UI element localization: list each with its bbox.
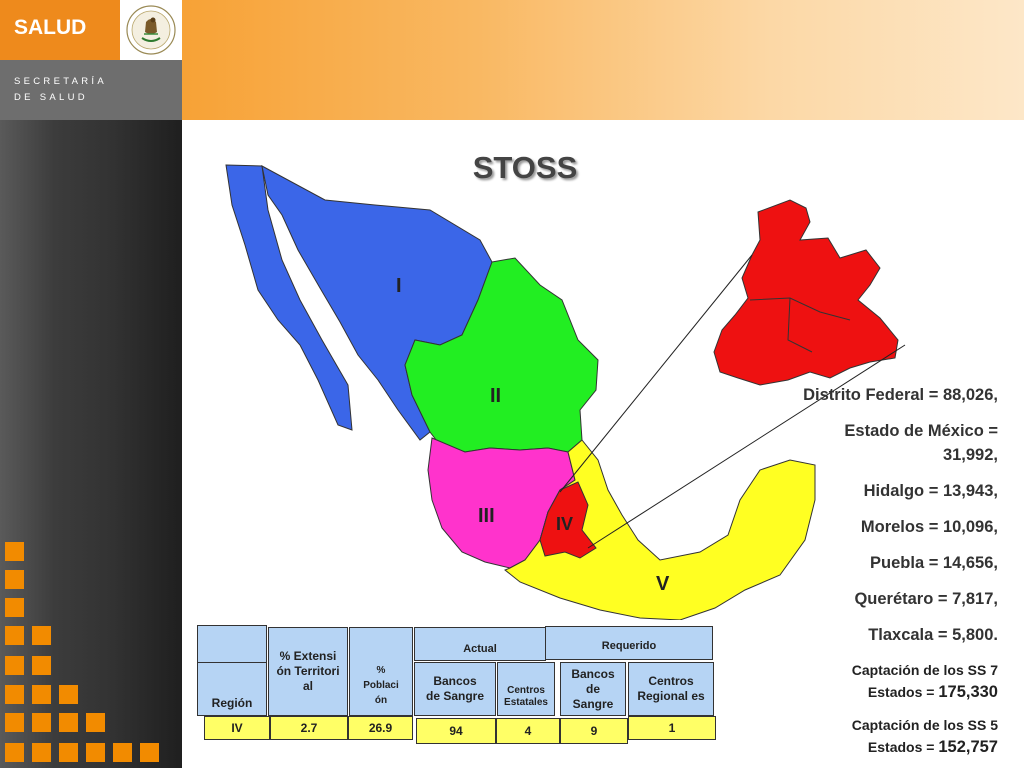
table-header-region: Región bbox=[197, 662, 267, 716]
svg-text:II: II bbox=[490, 385, 501, 407]
svg-text:I: I bbox=[396, 275, 402, 297]
header-band bbox=[182, 0, 1024, 120]
stat-hidalgo: Hidalgo = 13,943, bbox=[863, 482, 998, 500]
table-cell-bancos-actual: 94 bbox=[416, 718, 496, 744]
table-cell-bancos-requerido: 9 bbox=[560, 718, 628, 744]
captacion-5-estados: Captación de los SS 5 Estados = 152,757 bbox=[851, 717, 998, 756]
stat-tlaxcala: Tlaxcala = 5,800. bbox=[868, 626, 998, 644]
table-cell-extension: 2.7 bbox=[270, 716, 348, 740]
stat-puebla: Puebla = 14,656, bbox=[870, 554, 998, 572]
table-cell-poblacion: 26.9 bbox=[348, 716, 413, 740]
table-cell-region: IV bbox=[204, 716, 270, 740]
secretaria-label: SECRETARÍA DE SALUD bbox=[14, 76, 108, 103]
region-IV-inset bbox=[713, 199, 899, 386]
captacion-7-estados: Captación de los SS 7 Estados = 175,330 bbox=[851, 662, 998, 701]
table-header-poblacion: % Poblaci ón bbox=[349, 627, 413, 716]
table-header-bancos-requerido: Bancos de Sangre bbox=[560, 662, 626, 716]
sidebar bbox=[0, 120, 182, 768]
svg-text:V: V bbox=[656, 573, 670, 595]
table-header-centros-regionales: Centros Regional es bbox=[628, 662, 714, 716]
brand-logo-text: SALUD bbox=[14, 16, 87, 39]
table-header-extension: % Extensi ón Territori al bbox=[268, 627, 348, 716]
stat-morelos: Morelos = 10,096, bbox=[860, 518, 998, 536]
table-header-actual: Actual bbox=[414, 627, 546, 661]
stat-distrito-federal: Distrito Federal = 88,026, bbox=[803, 386, 998, 404]
svg-text:IV: IV bbox=[556, 514, 573, 534]
svg-text:III: III bbox=[478, 505, 495, 527]
table-header-requerido: Requerido bbox=[545, 626, 713, 660]
table-header-blank bbox=[197, 625, 267, 663]
stat-queretaro: Querétaro = 7,817, bbox=[854, 590, 998, 608]
stat-estado-mexico: Estado de México = bbox=[844, 422, 998, 440]
table-cell-centros-regionales: 1 bbox=[628, 716, 716, 740]
mexico-seal-logo bbox=[120, 0, 182, 60]
stat-estado-mexico-value: 31,992, bbox=[942, 446, 998, 464]
table-cell-centros-estatales: 4 bbox=[496, 718, 560, 744]
table-header-centros-estatales: Centros Estatales bbox=[497, 662, 555, 716]
table-header-bancos-actual: Bancos de Sangre bbox=[414, 662, 496, 716]
